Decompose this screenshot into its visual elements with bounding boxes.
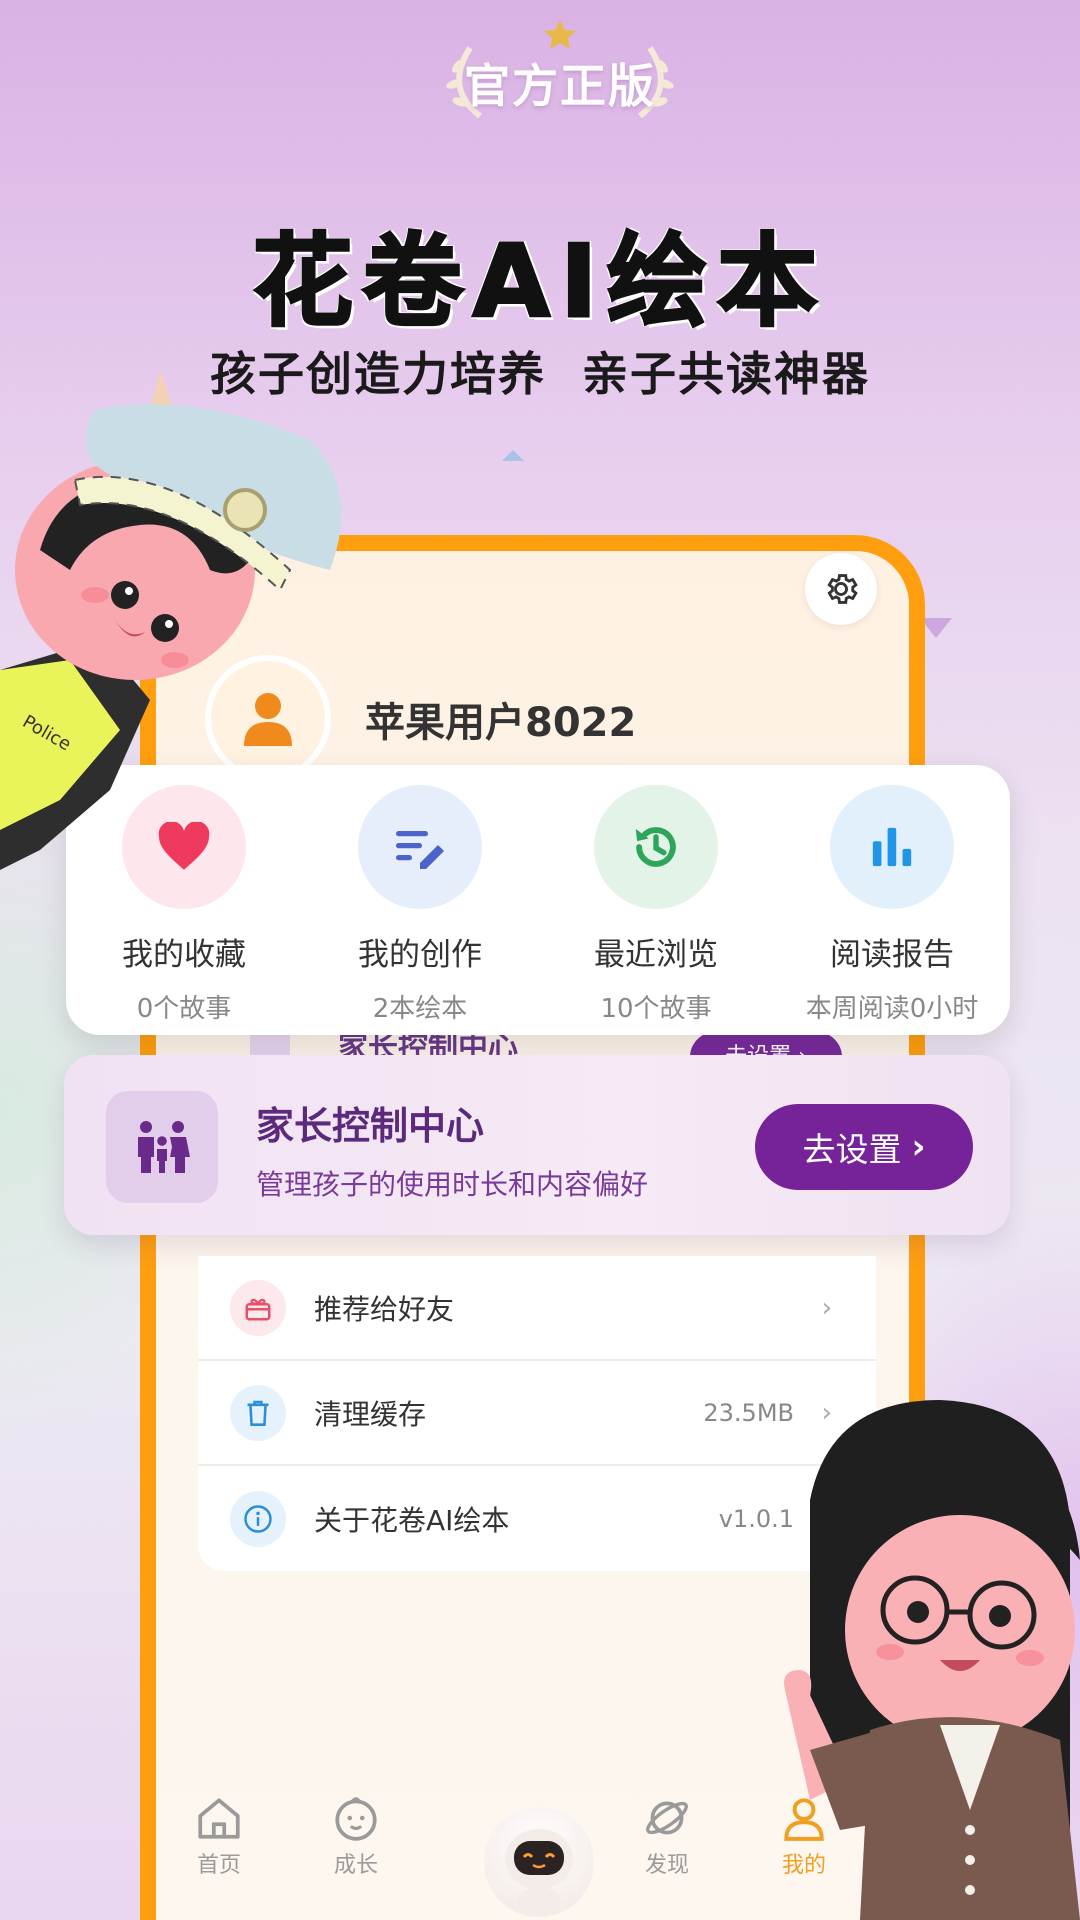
parent-control-subtitle: 管理孩子的使用时长和内容偏好 — [256, 1168, 649, 1201]
stat-icon-circle — [358, 785, 482, 909]
gear-icon — [827, 574, 858, 604]
go-settings-label: 去设置 — [802, 1130, 902, 1169]
row-icon-circle — [230, 1490, 286, 1547]
stat-icon-circle — [830, 785, 954, 909]
stat-value: 10个故事 — [600, 994, 712, 1024]
menu-item-recommend[interactable]: 推荐给好友 › — [198, 1256, 876, 1361]
username: 苹果用户8022 — [365, 700, 637, 746]
stat-reading-report[interactable]: 阅读报告 本周阅读0小时 — [774, 765, 1010, 1035]
chevron-right-icon: › — [821, 1292, 832, 1323]
stat-history[interactable]: 最近浏览 10个故事 — [538, 765, 774, 1035]
stat-label: 我的收藏 — [122, 937, 246, 973]
go-settings-button[interactable]: 去设置 › — [755, 1104, 973, 1190]
nav-label: 首页 — [196, 1853, 241, 1878]
nav-home[interactable]: 首页 — [164, 1795, 274, 1879]
nav-ai-robot[interactable] — [484, 1807, 594, 1917]
bar-chart-icon — [872, 827, 912, 867]
stat-value: 本周阅读0小时 — [805, 994, 979, 1024]
row-icon-circle — [230, 1384, 286, 1441]
chevron-right-icon: › — [911, 1127, 926, 1167]
app-headline: 花卷AI绘本 — [251, 222, 828, 342]
parent-control-card[interactable]: 家长控制中心 管理孩子的使用时长和内容偏好 去设置 › — [64, 1055, 1010, 1235]
badge-text: 官方正版 — [464, 59, 656, 113]
stat-label: 我的创作 — [358, 937, 482, 973]
menu-item-label: 推荐给好友 — [314, 1292, 455, 1326]
settings-button[interactable] — [805, 553, 877, 625]
official-badge: 官方正版 — [430, 8, 690, 128]
parent-control-title: 家长控制中心 — [256, 1104, 485, 1148]
trash-icon — [247, 1400, 269, 1426]
home-icon — [198, 1798, 240, 1839]
menu-item-label: 关于花卷AI绘本 — [314, 1503, 510, 1537]
family-icon — [138, 1121, 190, 1173]
robot-icon — [505, 1829, 573, 1915]
teacher-character-illustration — [784, 1400, 1080, 1920]
nav-growth[interactable]: 成长 — [301, 1795, 411, 1879]
info-icon — [244, 1504, 272, 1533]
planet-icon — [646, 1801, 688, 1835]
nav-discover[interactable]: 发现 — [612, 1795, 722, 1879]
baby-face-icon — [335, 1797, 377, 1841]
stat-label: 最近浏览 — [594, 937, 718, 973]
menu-item-label: 清理缓存 — [314, 1397, 427, 1431]
gift-icon — [245, 1298, 271, 1320]
history-icon — [635, 827, 676, 867]
police-character-illustration: Police — [0, 370, 342, 870]
row-icon-circle — [230, 1279, 286, 1336]
stat-value: 2本绘本 — [372, 994, 468, 1024]
edit-list-icon — [396, 831, 444, 869]
nav-label: 发现 — [644, 1853, 689, 1878]
parent-control-icon-box — [106, 1091, 218, 1203]
decor-triangle — [502, 450, 524, 461]
nav-label: 成长 — [333, 1853, 378, 1878]
stat-value: 0个故事 — [136, 994, 232, 1024]
stat-icon-circle — [594, 785, 718, 909]
stat-label: 阅读报告 — [830, 937, 954, 973]
